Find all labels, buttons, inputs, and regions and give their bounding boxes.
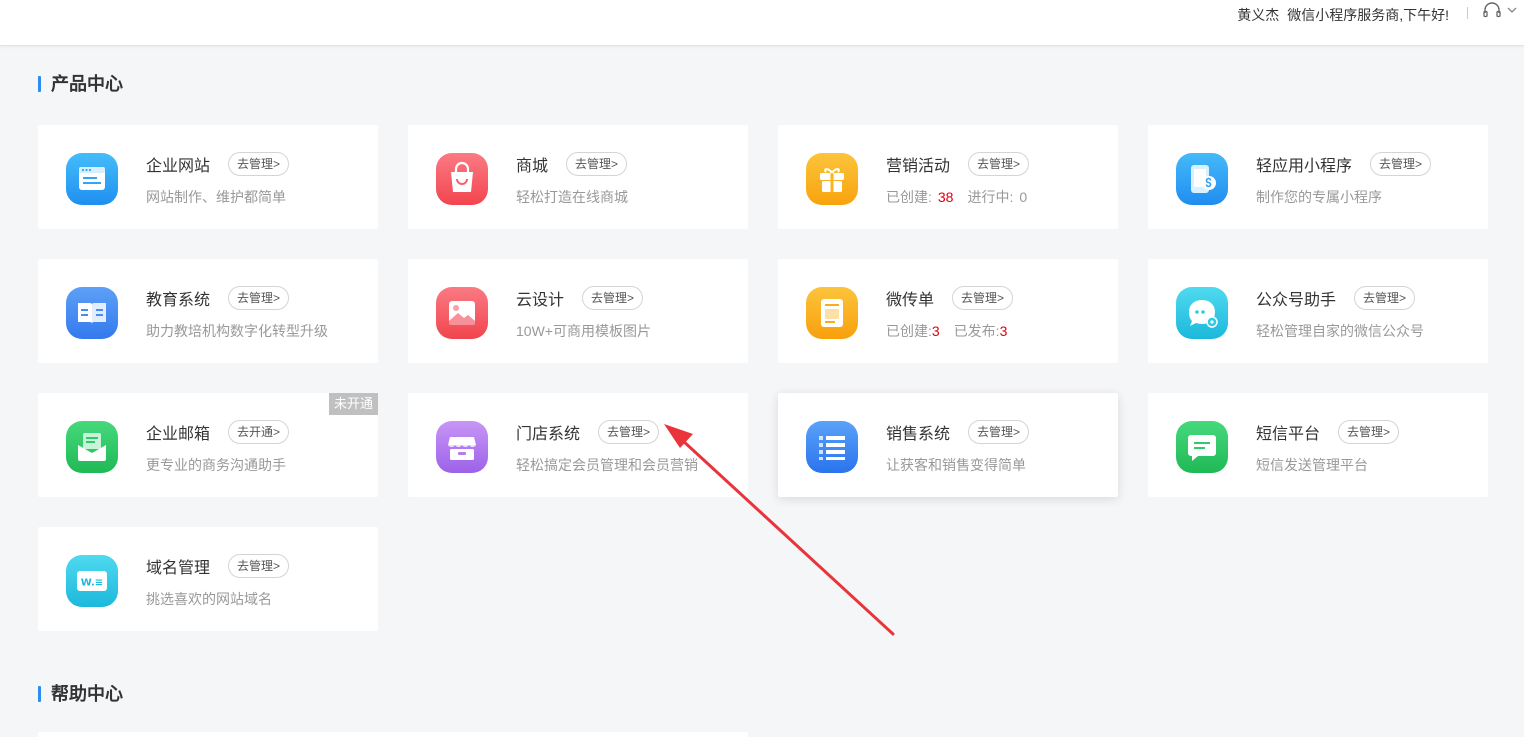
product-card-sms[interactable]: 短信平台 去管理> 短信发送管理平台 [1148,393,1488,497]
product-card-marketing[interactable]: 营销活动 去管理> 已创建: 38 进行中: 0 [778,125,1118,229]
headset-icon[interactable] [1482,2,1502,20]
website-icon [66,153,118,205]
gift-icon [806,153,858,205]
mail-icon [66,421,118,473]
product-description: 轻松搞定会员管理和会员营销 [516,457,698,473]
product-description: 轻松打造在线商城 [516,189,628,205]
manage-button[interactable]: 去管理> [582,286,644,310]
manage-button[interactable]: 去管理> [228,152,290,176]
product-description: 挑选喜欢的网站域名 [146,591,272,607]
image-icon [436,287,488,339]
product-stats: 已创建: 38 进行中: 0 [886,187,1027,207]
manage-button[interactable]: 去管理> [228,286,290,310]
help-section-title: 帮助中心 [38,683,123,705]
product-card-store[interactable]: 门店系统 去管理> 轻松搞定会员管理和会员营销 [408,393,748,497]
published-count: 3 [999,323,1008,339]
created-count: 38 [937,189,954,205]
top-bar: 黄义杰 微信小程序服务商,下午好! [0,0,1524,46]
product-description: 更专业的商务沟通助手 [146,457,286,473]
manage-button[interactable]: 去管理> [968,420,1030,444]
created-label: 已创建: [886,323,932,339]
product-card-cloud-design[interactable]: 云设计 去管理> 10W+可商用模板图片 [408,259,748,363]
product-description: 10W+可商用模板图片 [516,323,651,339]
product-card-education[interactable]: 教育系统 去管理> 助力教培机构数字化转型升级 [38,259,378,363]
manage-button[interactable]: 去管理> [1354,286,1416,310]
running-count: 0 [1019,189,1028,205]
product-name: 门店系统 [516,426,581,443]
product-card-mini-program[interactable]: 轻应用小程序 去管理> 制作您的专属小程序 [1148,125,1488,229]
created-label: 已创建: [886,189,932,205]
product-name: 企业邮箱 [146,426,211,443]
flyer-icon [806,287,858,339]
product-card-domain[interactable]: W.≡ 域名管理 去管理> 挑选喜欢的网站域名 [38,527,378,631]
product-description: 轻松管理自家的微信公众号 [1256,323,1424,339]
header-divider [1467,7,1468,19]
product-description: 网站制作、维护都简单 [146,189,286,205]
product-description: 助力教培机构数字化转型升级 [146,323,328,339]
message-icon [1176,421,1228,473]
svg-text:W.≡: W.≡ [81,578,103,589]
product-name: 云设计 [516,292,565,309]
manage-button[interactable]: 去管理> [566,152,628,176]
user-greeting: 黄义杰 微信小程序服务商,下午好! [1237,5,1449,25]
product-description: 制作您的专属小程序 [1256,189,1382,205]
published-label: 已发布: [953,323,1000,339]
chat-gear-icon [1176,287,1228,339]
product-name: 短信平台 [1256,426,1321,443]
product-name: 微传单 [886,292,935,309]
not-activated-badge: 未开通 [328,393,378,415]
product-card-website[interactable]: 企业网站 去管理> 网站制作、维护都简单 [38,125,378,229]
product-name: 域名管理 [146,560,211,577]
user-name[interactable]: 黄义杰 [1237,7,1279,23]
product-name: 商城 [516,158,549,175]
product-name: 营销活动 [886,158,951,175]
manage-button[interactable]: 去管理> [598,420,660,444]
shopping-bag-icon [436,153,488,205]
list-icon [806,421,858,473]
product-card-sales[interactable]: 销售系统 去管理> 让获客和销售变得简单 [778,393,1118,497]
product-stats: 已创建:3 已发布:3 [886,321,1007,341]
product-card-official-account[interactable]: 公众号助手 去管理> 轻松管理自家的微信公众号 [1148,259,1488,363]
mini-program-icon [1176,153,1228,205]
greeting-text: 微信小程序服务商,下午好! [1287,7,1449,23]
manage-button[interactable]: 去管理> [968,152,1030,176]
product-name: 企业网站 [146,158,211,175]
manage-button[interactable]: 去管理> [228,554,290,578]
product-description: 让获客和销售变得简单 [886,457,1026,473]
product-name: 教育系统 [146,292,211,309]
product-card-mall[interactable]: 商城 去管理> 轻松打造在线商城 [408,125,748,229]
product-card-flyer[interactable]: 微传单 去管理> 已创建:3 已发布:3 [778,259,1118,363]
product-card-email[interactable]: 未开通 企业邮箱 去开通> 更专业的商务沟通助手 [38,393,378,497]
running-label: 进行中: [967,189,1014,205]
manage-button[interactable]: 去管理> [952,286,1014,310]
domain-icon: W.≡ [66,555,118,607]
products-section-title: 产品中心 [38,73,123,95]
product-name: 轻应用小程序 [1256,158,1353,175]
product-description: 短信发送管理平台 [1256,457,1368,473]
store-icon [436,421,488,473]
activate-button[interactable]: 去开通> [228,420,290,444]
help-card-edge [38,732,748,737]
manage-button[interactable]: 去管理> [1370,152,1432,176]
created-count: 3 [931,323,940,339]
product-name: 销售系统 [886,426,951,443]
book-icon [66,287,118,339]
product-name: 公众号助手 [1256,292,1337,309]
chevron-down-icon[interactable] [1506,4,1518,16]
manage-button[interactable]: 去管理> [1338,420,1400,444]
